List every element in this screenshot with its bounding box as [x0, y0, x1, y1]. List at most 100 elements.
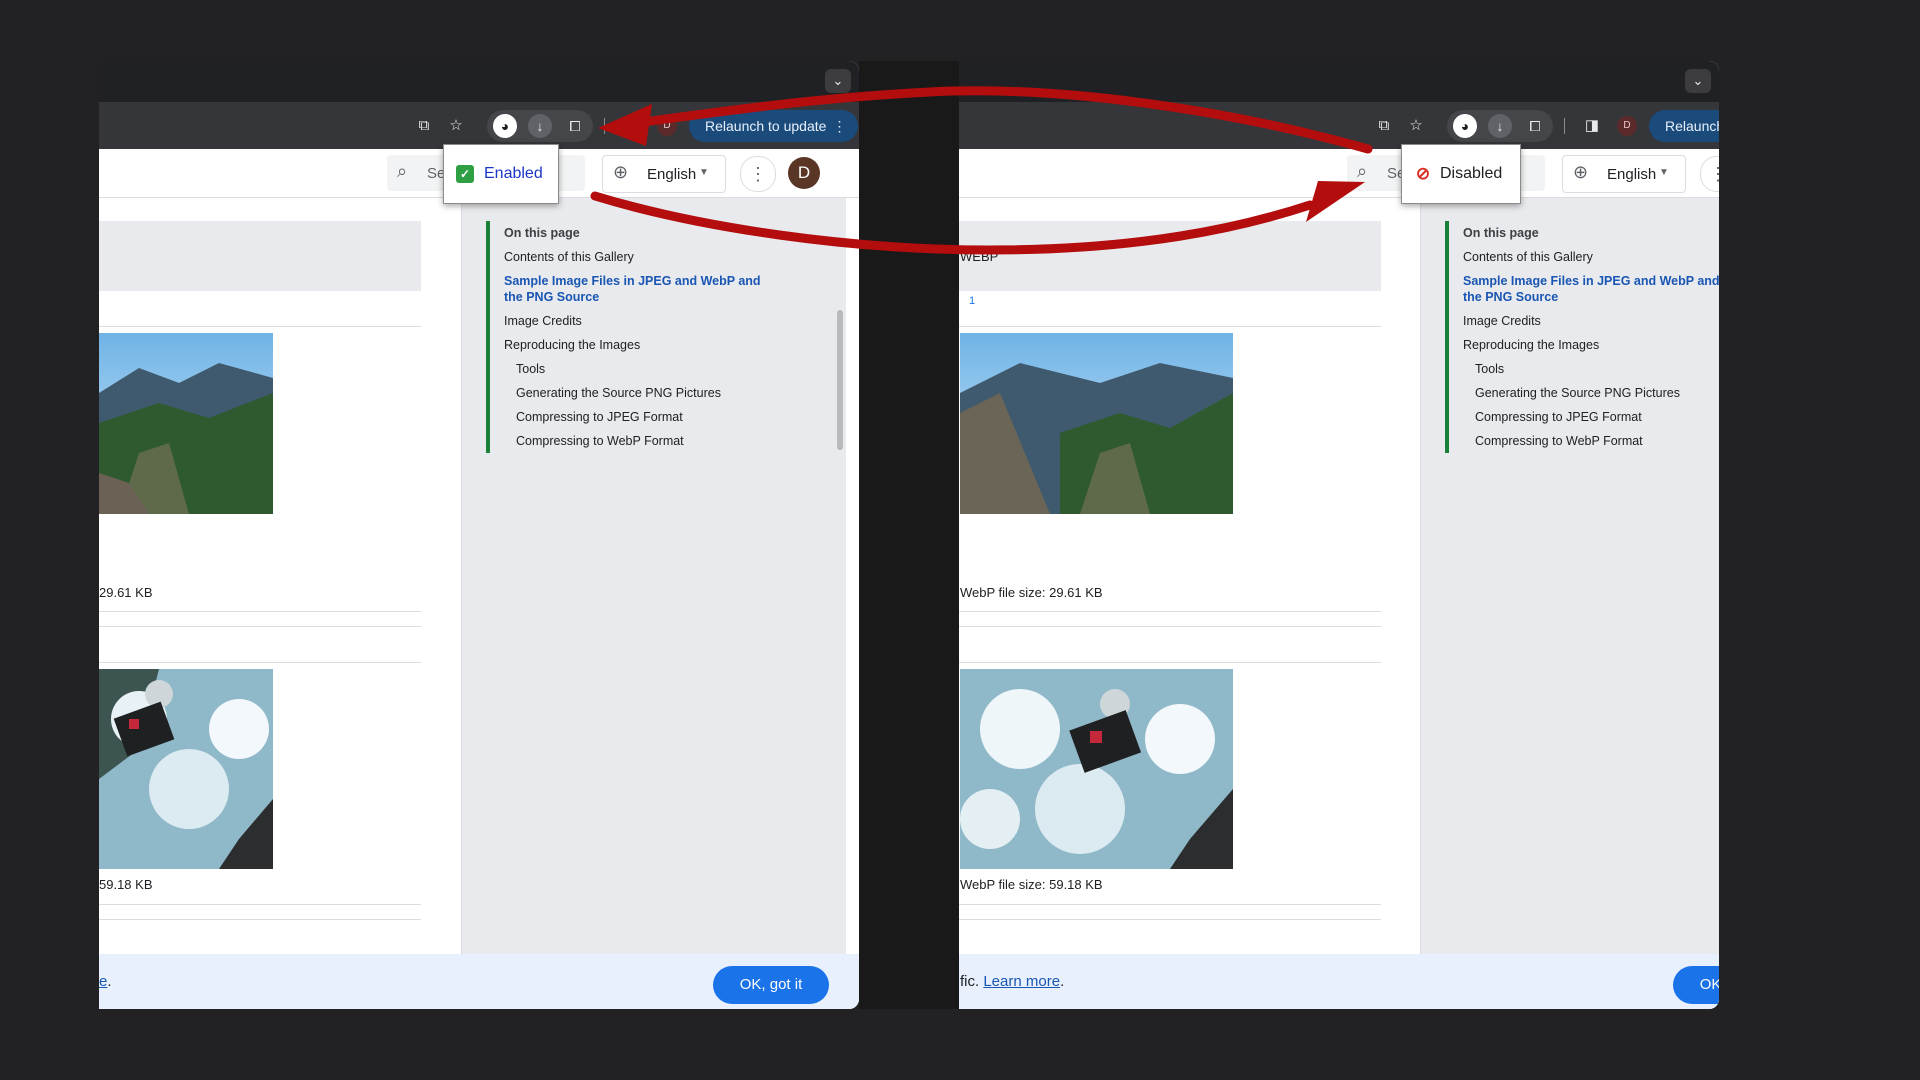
prohibited-icon: ⊘ — [1415, 164, 1431, 183]
tab-strip: ⌄ — [99, 61, 859, 102]
footnote-ref[interactable]: 1 — [969, 295, 975, 307]
relaunch-button[interactable]: Relaunch to update⋮ — [689, 110, 859, 142]
toc-item-webp[interactable]: Compressing to WebP Format — [1449, 429, 1719, 453]
ok-got-it-button[interactable]: OK, got it — [713, 966, 829, 1004]
divider — [99, 904, 421, 905]
section-header-band — [99, 221, 421, 291]
toc-item-generating[interactable]: Generating the Source PNG Pictures — [1449, 381, 1719, 405]
page-content: 29.61 KB 59.18 KB On this page Contents … — [99, 198, 859, 1009]
side-panel-icon[interactable]: ◨ — [1580, 114, 1604, 138]
window-gap — [859, 61, 959, 1009]
toc-item-jpeg[interactable]: Compressing to JPEG Format — [1449, 405, 1719, 429]
toc-item-contents[interactable]: Contents of this Gallery — [1449, 245, 1719, 269]
toolbar-divider — [1564, 118, 1565, 134]
file-size-caption: WebP file size: 29.61 KB — [960, 585, 1103, 600]
status-popup: ⊘ Disabled — [1401, 144, 1521, 204]
divider — [99, 626, 421, 627]
divider — [959, 611, 1381, 612]
browser-window-enabled: ⌄ ⧉ ☆ ◕ ↓ ⧠ ◨ D Relaunch to update ⋮ ⌕ Se… — [99, 61, 859, 1009]
toc-item-contents[interactable]: Contents of this Gallery — [490, 245, 790, 269]
banner-suffix: . — [1060, 973, 1065, 990]
toc-sidebar: On this page Contents of this Gallery Sa… — [1420, 198, 1719, 1009]
globe-icon: ⊕ — [1573, 162, 1589, 182]
table-of-contents: On this page Contents of this Gallery Sa… — [486, 221, 790, 453]
kayaker-photo — [960, 669, 1233, 869]
scrollbar-thumb[interactable] — [837, 310, 843, 450]
toc-item-tools[interactable]: Tools — [1449, 357, 1719, 381]
relaunch-label: Relaunch to update — [1665, 118, 1719, 134]
language-label: English — [647, 166, 697, 183]
file-size-caption: WebP file size: 59.18 KB — [960, 877, 1103, 892]
kayaker-image — [960, 669, 1233, 869]
site-header: ⌕ Se ⊕ English ▼ ⋮ D — [959, 149, 1719, 198]
checkmark-icon: ✓ — [456, 165, 474, 183]
browser-toolbar: ⧉ ☆ ◕ ↓ ⧠ ◨ D Relaunch to update⋮ — [99, 102, 859, 149]
fjord-image — [99, 333, 273, 514]
language-selector[interactable]: ⊕ English ▼ — [1562, 155, 1686, 193]
more-vert-icon: ⋮ — [749, 164, 767, 184]
browser-window-disabled: ⌄ ⧉ ☆ ◕ ↓ ⧠ ◨ D Relaunch to update⋮ ⌕ Se… — [959, 61, 1719, 1009]
banner-text: e. — [99, 973, 112, 990]
tab-search-button[interactable]: ⌄ — [1685, 69, 1711, 93]
cookie-banner: fic. Learn more. OK, got it — [959, 954, 1719, 1009]
toc-item-webp[interactable]: Compressing to WebP Format — [490, 429, 790, 453]
site-menu-button[interactable]: ⋮ — [1700, 156, 1719, 192]
site-avatar[interactable]: D — [788, 157, 820, 189]
toc-item-sample-files[interactable]: Sample Image Files in JPEG and WebP and … — [1449, 269, 1719, 309]
puzzle-extensions-icon[interactable]: ⧠ — [1523, 114, 1547, 138]
toc-item-sample-files[interactable]: Sample Image Files in JPEG and WebP and … — [490, 269, 790, 309]
status-label: Enabled — [484, 165, 543, 182]
divider — [959, 919, 1381, 920]
search-icon: ⌕ — [397, 161, 408, 181]
divider — [959, 626, 1381, 627]
extension-group: ◕ ↓ ⧠ — [1447, 110, 1553, 142]
panda-extension-icon[interactable]: ◕ — [493, 114, 517, 138]
learn-more-link[interactable]: Learn more — [983, 973, 1060, 990]
divider — [99, 611, 421, 612]
more-vert-icon: ⋮ — [1709, 164, 1719, 184]
download-extension-icon[interactable]: ↓ — [528, 114, 552, 138]
divider — [959, 326, 1381, 327]
browser-toolbar: ⧉ ☆ ◕ ↓ ⧠ ◨ D Relaunch to update⋮ — [959, 102, 1719, 149]
bookmark-star-icon[interactable]: ☆ — [444, 114, 468, 138]
fjord-photo — [960, 333, 1233, 514]
caret-down-icon: ▼ — [1659, 167, 1669, 178]
banner-suffix: . — [107, 973, 112, 990]
language-selector[interactable]: ⊕ English ▼ — [602, 155, 726, 193]
toc-item-generating[interactable]: Generating the Source PNG Pictures — [490, 381, 790, 405]
install-app-icon[interactable]: ⧉ — [412, 114, 436, 138]
toc-item-reproducing[interactable]: Reproducing the Images — [490, 333, 790, 357]
page-content: WEBP 1 WebP file size: 29.61 KB WebP fil… — [959, 198, 1719, 1009]
ok-got-it-button[interactable]: OK, got it — [1673, 966, 1719, 1004]
toc-item-image-credits[interactable]: Image Credits — [490, 309, 790, 333]
panda-extension-icon[interactable]: ◕ — [1453, 114, 1477, 138]
toc-heading: On this page — [504, 226, 580, 240]
toc-item-image-credits[interactable]: Image Credits — [1449, 309, 1719, 333]
chevron-down-icon: ⌄ — [1692, 73, 1704, 88]
toc-item-jpeg[interactable]: Compressing to JPEG Format — [490, 405, 790, 429]
divider — [99, 919, 421, 920]
download-extension-icon[interactable]: ↓ — [1488, 114, 1512, 138]
profile-avatar-small[interactable]: D — [1617, 116, 1637, 136]
profile-avatar-small[interactable]: D — [657, 116, 677, 136]
file-size-caption: 59.18 KB — [99, 877, 153, 892]
status-label: Disabled — [1440, 165, 1503, 182]
toc-heading: On this page — [1463, 226, 1539, 240]
toolbar-divider — [604, 118, 605, 134]
toc-item-tools[interactable]: Tools — [490, 357, 790, 381]
toc-item-reproducing[interactable]: Reproducing the Images — [1449, 333, 1719, 357]
banner-text: fic. Learn more. — [960, 973, 1064, 990]
table-of-contents: On this page Contents of this Gallery Sa… — [1445, 221, 1719, 453]
tab-strip: ⌄ — [959, 61, 1719, 102]
tab-search-button[interactable]: ⌄ — [825, 69, 851, 93]
divider — [99, 662, 421, 663]
bookmark-star-icon[interactable]: ☆ — [1404, 114, 1428, 138]
file-size-caption: 29.61 KB — [99, 585, 153, 600]
extension-group: ◕ ↓ ⧠ — [487, 110, 593, 142]
relaunch-button[interactable]: Relaunch to update⋮ — [1649, 110, 1719, 142]
install-app-icon[interactable]: ⧉ — [1372, 114, 1396, 138]
toc-sidebar: On this page Contents of this Gallery Sa… — [461, 198, 846, 1009]
side-panel-icon[interactable]: ◨ — [620, 114, 644, 138]
site-menu-button[interactable]: ⋮ — [740, 156, 776, 192]
puzzle-extensions-icon[interactable]: ⧠ — [563, 114, 587, 138]
